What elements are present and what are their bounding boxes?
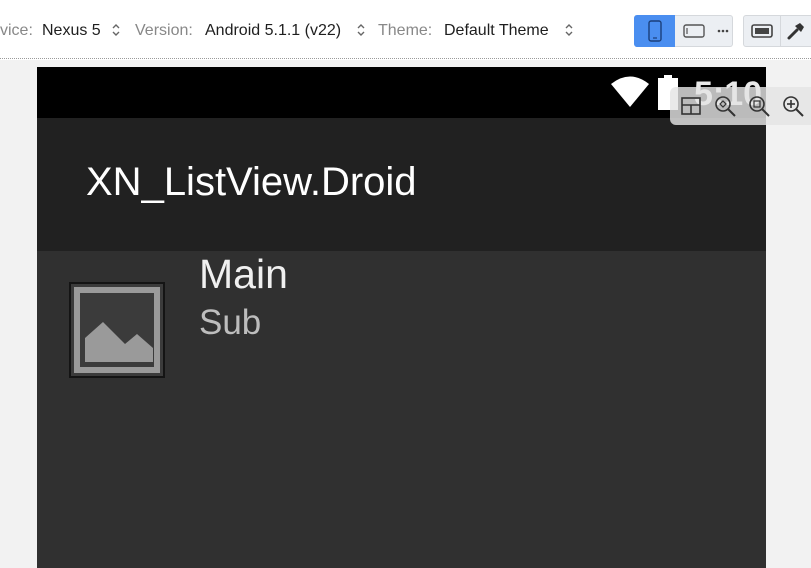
designer-toolbar: vice: Nexus 5 Version: Android 5.1.1 (v2…: [0, 0, 811, 60]
zoom-in-icon[interactable]: [782, 95, 804, 117]
fit-layout-icon[interactable]: [680, 95, 702, 117]
screen-size-button[interactable]: [743, 15, 781, 47]
zoom-to-fit-icon[interactable]: [714, 95, 736, 117]
ellipsis-icon: [717, 29, 728, 33]
theme-label: Theme:: [378, 22, 433, 39]
zoom-controls: [670, 87, 811, 125]
hammer-icon: [787, 23, 804, 40]
landscape-orientation-button[interactable]: [675, 15, 713, 47]
device-select[interactable]: Nexus 5: [42, 20, 101, 42]
version-label: Version:: [135, 22, 193, 39]
list-item-sub-text: Sub: [199, 303, 262, 342]
device-select-chevron-icon[interactable]: [111, 21, 121, 39]
theme-select[interactable]: Default Theme: [444, 20, 549, 42]
phone-landscape-icon: [683, 24, 705, 38]
portrait-orientation-button[interactable]: [634, 15, 675, 47]
android-status-bar: 5:10: [37, 67, 766, 118]
zoom-actual-size-icon[interactable]: [748, 95, 770, 117]
list-item-main-text: Main: [199, 251, 288, 297]
tools-button[interactable]: [781, 15, 811, 47]
list-item-thumbnail: [69, 282, 165, 378]
toolbar-divider: [0, 58, 811, 59]
device-preview: 5:10 XN_ListView.Droid Main Sub: [37, 67, 766, 568]
image-placeholder-icon: [74, 287, 160, 373]
version-select[interactable]: Android 5.1.1 (v22): [205, 20, 341, 42]
more-options-button[interactable]: [713, 15, 733, 47]
action-bar: XN_ListView.Droid: [37, 118, 766, 251]
screen-icon: [751, 24, 773, 38]
phone-portrait-icon: [647, 20, 662, 42]
version-select-chevron-icon[interactable]: [356, 21, 366, 39]
device-label: vice:: [0, 22, 33, 39]
theme-select-chevron-icon[interactable]: [564, 21, 574, 39]
wifi-icon: [611, 76, 649, 107]
app-title: XN_ListView.Droid: [86, 160, 417, 204]
